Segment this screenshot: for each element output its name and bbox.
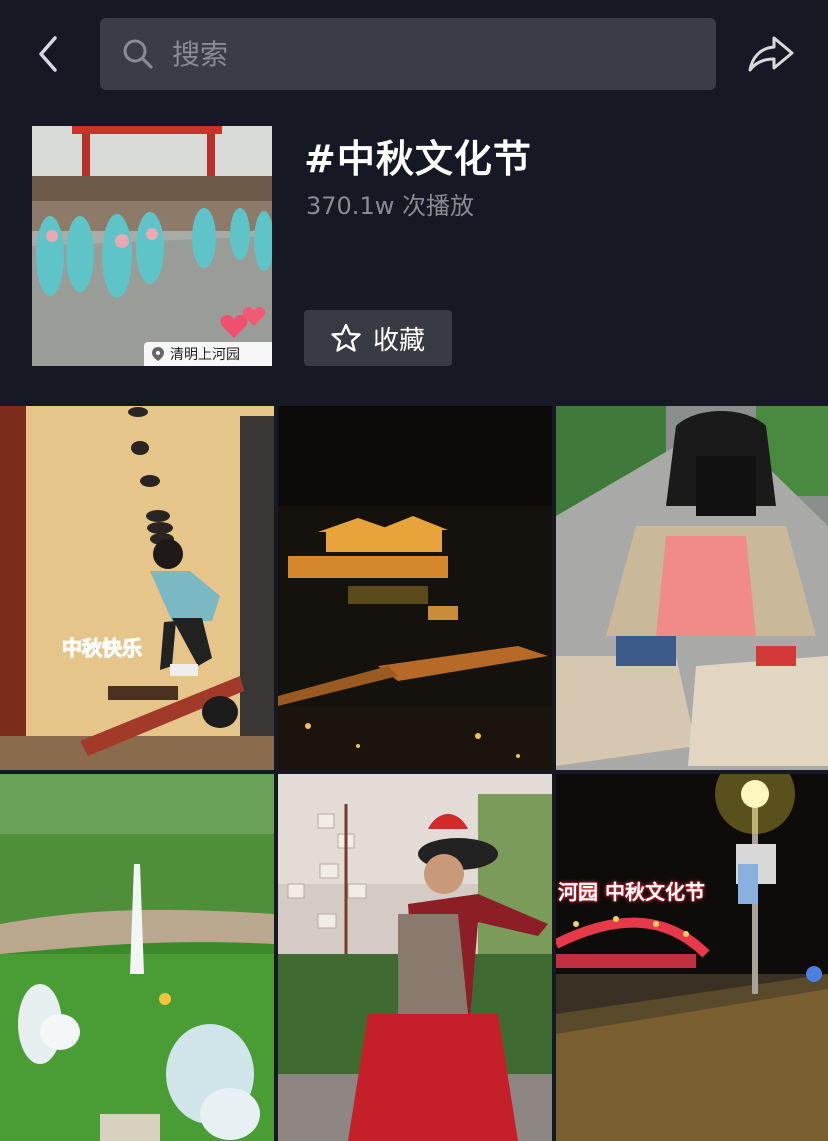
- location-tag: 清明上河园: [144, 342, 272, 366]
- topic-header: 清明上河园 #中秋文化节 370.1w 次播放 收藏: [0, 110, 828, 406]
- play-count: 370.1w 次播放: [306, 192, 474, 220]
- costumed-man-image: [556, 406, 828, 770]
- video-thumbnail[interactable]: [556, 406, 828, 770]
- location-label: 清明上河园: [170, 347, 240, 363]
- video-caption: 河园 中秋文化节: [558, 880, 705, 904]
- back-button[interactable]: [26, 30, 70, 78]
- video-thumbnail[interactable]: [278, 406, 552, 770]
- video-thumbnail[interactable]: [278, 774, 552, 1141]
- favorite-label: 收藏: [372, 325, 425, 356]
- warrior-dancer-image: [278, 774, 552, 1141]
- star-icon: [331, 323, 361, 352]
- share-icon: [748, 36, 794, 72]
- location-pin-icon: [152, 347, 164, 361]
- share-button[interactable]: [744, 30, 798, 78]
- dancers-image: [32, 126, 272, 366]
- top-bar: [0, 0, 828, 110]
- video-thumbnail[interactable]: [0, 774, 274, 1141]
- search-input[interactable]: [172, 37, 692, 71]
- lake-fountain-image: [0, 774, 274, 1141]
- topic-cover-image[interactable]: 清明上河园: [32, 126, 272, 366]
- chevron-left-icon: [39, 36, 57, 72]
- night-palace-image: [278, 406, 552, 770]
- topic-title: #中秋文化节: [304, 137, 532, 181]
- favorite-button[interactable]: 收藏: [304, 310, 452, 366]
- video-caption: 中秋快乐: [62, 636, 143, 661]
- search-icon: [123, 39, 153, 69]
- video-grid: 中秋快乐 河园 中秋文化节: [0, 406, 828, 1141]
- video-thumbnail[interactable]: 中秋快乐: [0, 406, 274, 770]
- night-festival-image: [556, 774, 828, 1141]
- boy-balancing-image: [0, 406, 274, 770]
- search-bar[interactable]: [100, 18, 716, 90]
- video-thumbnail[interactable]: 河园 中秋文化节: [556, 774, 828, 1141]
